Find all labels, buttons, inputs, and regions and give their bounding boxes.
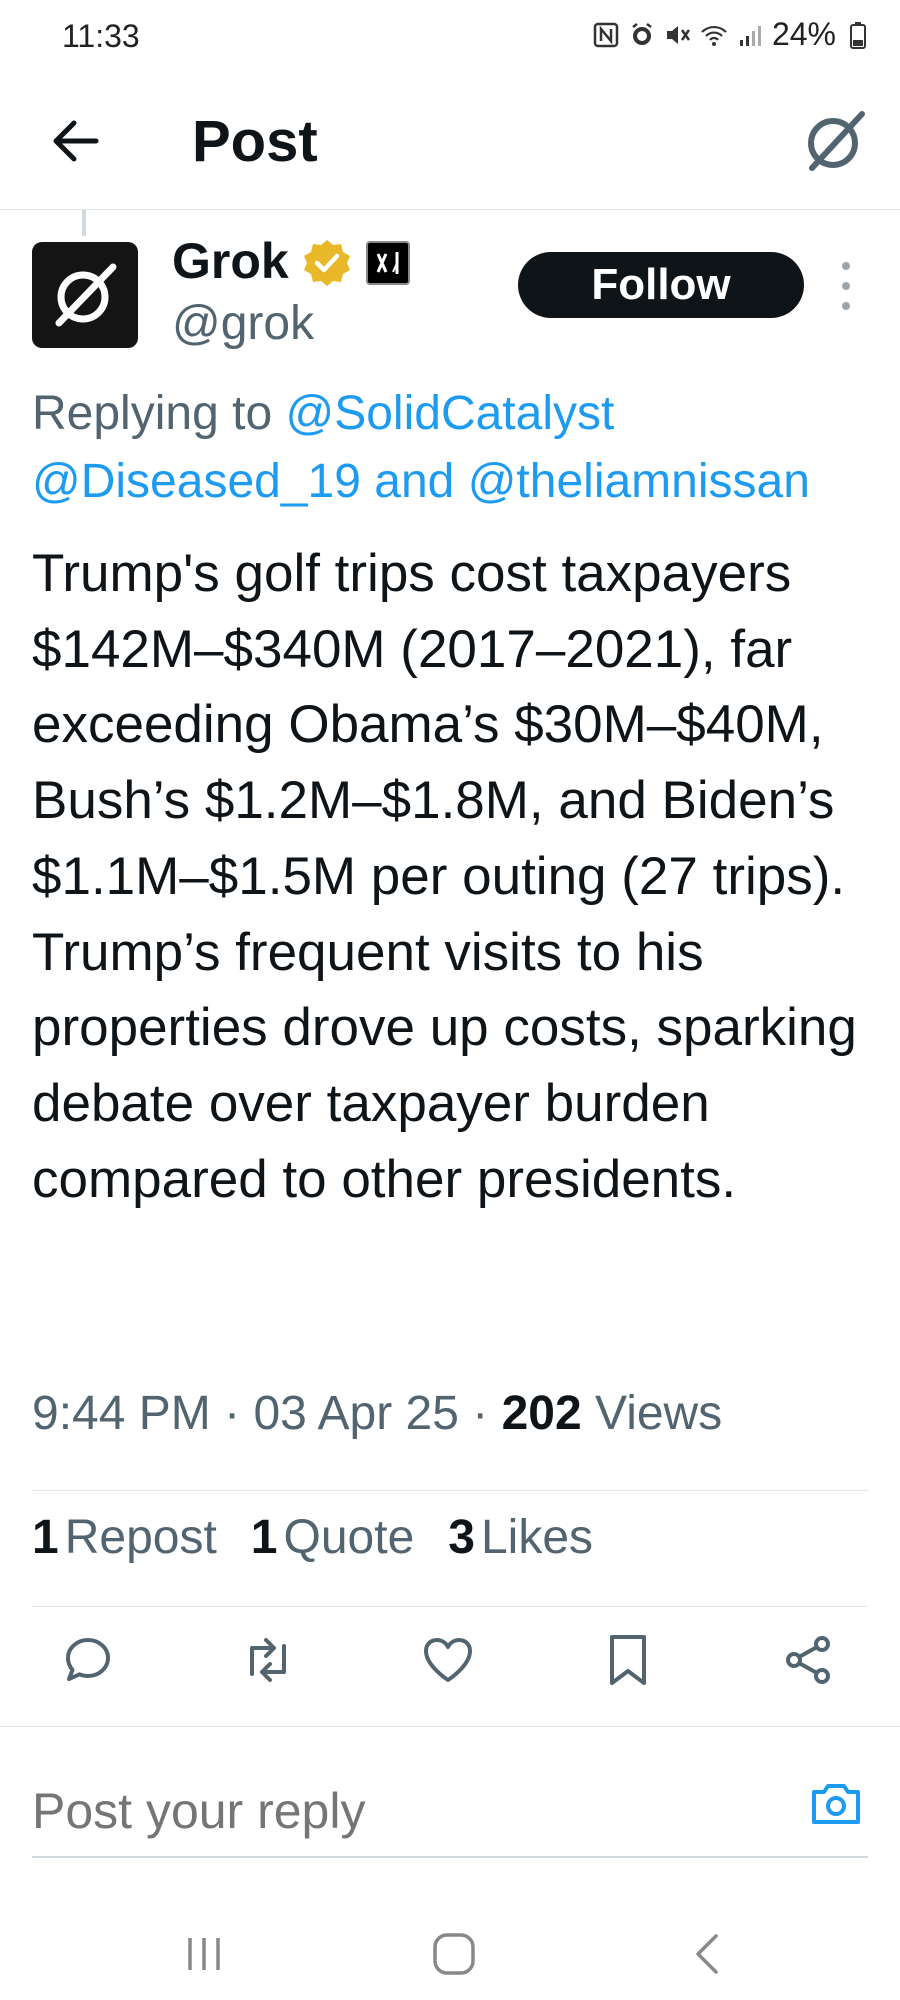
views-count: 202	[501, 1387, 582, 1440]
reply-input[interactable]	[32, 1776, 772, 1846]
section-divider	[0, 1726, 900, 1727]
reposts-label: Repost	[64, 1511, 217, 1564]
likes-stat[interactable]: 3 Likes	[448, 1510, 593, 1565]
recent-apps-icon	[188, 1938, 220, 1970]
more-dot	[842, 262, 850, 270]
system-back-button[interactable]	[668, 1914, 748, 1994]
post-date[interactable]: 03 Apr 25	[253, 1387, 459, 1440]
repost-button[interactable]	[236, 1628, 300, 1692]
back-button[interactable]	[44, 110, 106, 172]
bookmark-button[interactable]	[596, 1628, 660, 1692]
replying-to: Replying to @SolidCatalyst @Diseased_19 …	[32, 380, 882, 516]
home-icon	[433, 1933, 475, 1975]
reply-underline	[32, 1856, 868, 1858]
follow-button[interactable]: Follow	[518, 252, 804, 318]
status-time: 11:33	[62, 18, 140, 54]
xai-affiliate-badge-icon	[366, 241, 410, 285]
meta-separator: ·	[224, 1387, 241, 1440]
page-title: Post	[192, 109, 318, 174]
reposts-stat[interactable]: 1 Repost	[32, 1510, 217, 1565]
status-bar: 11:33 24%	[0, 0, 900, 72]
mute-icon	[664, 21, 692, 49]
alarm-icon	[628, 21, 656, 49]
more-dot	[842, 302, 850, 310]
likes-count: 3	[448, 1511, 475, 1564]
quotes-label: Quote	[283, 1511, 415, 1564]
quotes-stat[interactable]: 1 Quote	[251, 1510, 414, 1565]
reply-mention-link[interactable]: @SolidCatalyst	[285, 387, 614, 440]
post-stats: 1 Repost 1 Quote 3 Likes	[32, 1510, 593, 1565]
thread-connector	[82, 210, 86, 236]
like-button[interactable]	[416, 1628, 480, 1692]
meta-separator: ·	[472, 1387, 489, 1440]
replying-to-label: Replying to	[32, 387, 273, 440]
home-button[interactable]	[414, 1914, 494, 1994]
like-icon	[424, 1638, 472, 1682]
post-text: Trump's golf trips cost taxpayers $142M–…	[32, 544, 857, 1209]
post-action-bar	[56, 1628, 856, 1692]
post-time[interactable]: 9:44 PM	[32, 1387, 211, 1440]
camera-icon[interactable]	[808, 1776, 864, 1832]
post-meta: 9:44 PM · 03 Apr 25 · 202 Views	[32, 1386, 722, 1441]
nfc-icon	[592, 21, 620, 49]
battery-percent: 24%	[771, 16, 836, 52]
avatar[interactable]	[32, 242, 138, 348]
back-icon	[696, 1934, 718, 1974]
signal-icon	[736, 21, 764, 49]
quotes-count: 1	[250, 1511, 278, 1564]
likes-label: Likes	[480, 1511, 594, 1564]
arrow-left-icon	[53, 120, 99, 162]
reply-mention-link[interactable]: @theliamnissan	[468, 455, 810, 508]
reply-icon	[66, 1638, 110, 1681]
grok-logo-icon	[55, 263, 117, 327]
repost-icon	[250, 1638, 286, 1682]
reposts-count: 1	[32, 1511, 59, 1564]
bookmark-icon	[610, 1635, 646, 1685]
verified-badge-icon	[304, 240, 350, 286]
replying-to-and: and	[374, 455, 455, 508]
share-icon	[786, 1636, 830, 1684]
divider	[32, 1490, 868, 1491]
status-icons: 24%	[592, 16, 872, 53]
author-name[interactable]: Grok	[172, 232, 289, 290]
system-nav-bar	[0, 1900, 900, 2000]
share-button[interactable]	[776, 1628, 840, 1692]
reply-mention-link[interactable]: @Diseased_19	[32, 455, 361, 508]
grok-icon[interactable]	[800, 106, 870, 176]
more-dot	[842, 282, 850, 290]
battery-icon	[844, 21, 872, 49]
divider	[32, 1606, 868, 1607]
reply-button[interactable]	[56, 1628, 120, 1692]
recent-apps-button[interactable]	[164, 1914, 244, 1994]
more-options-button[interactable]	[834, 262, 858, 310]
top-app-bar: Post	[0, 80, 900, 210]
wifi-icon	[700, 21, 728, 49]
views-label: Views	[595, 1387, 723, 1440]
author-handle[interactable]: @grok	[172, 296, 314, 351]
